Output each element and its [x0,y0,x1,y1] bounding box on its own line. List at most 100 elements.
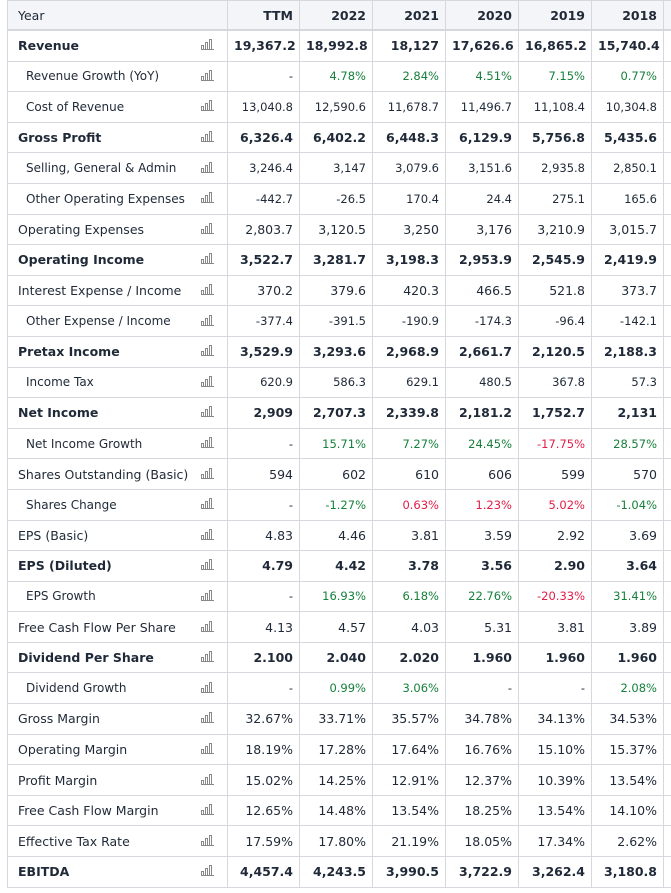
chart-button[interactable] [187,458,228,490]
cell-ttm: 15.02% [227,764,300,796]
row-label: Interest Expense / Income [7,274,188,307]
cell-2020: 11,496.7 [445,91,519,123]
cell-2020: 3,176 [445,213,519,246]
bar-chart-icon [200,375,214,387]
chart-button[interactable] [187,764,228,796]
chart-button[interactable] [187,519,228,552]
cell-2022: 18,992.8 [299,29,373,62]
row-label: EPS Growth [7,580,188,613]
cell-ttm: 4,457.4 [227,856,300,888]
chart-button[interactable] [187,305,228,337]
overflow-cell [663,152,671,184]
chart-button[interactable] [187,825,228,858]
cell-2020: - [445,672,519,705]
chart-button[interactable] [187,703,228,735]
chart-button[interactable] [187,244,228,276]
chart-button[interactable] [187,29,228,62]
chart-button[interactable] [187,641,228,674]
cell-2019: 2.92 [518,519,592,552]
table-row: Revenue 19,367.2 18,992.8 18,127 17,626.6 16,… [7,29,671,62]
cell-2020: 480.5 [445,366,519,399]
column-header-year[interactable]: Year [7,0,228,31]
cell-2019: 34.13% [518,703,592,735]
cell-2019: 16,865.2 [518,29,592,62]
cell-2019: - [518,672,592,705]
chart-button[interactable] [187,366,228,399]
chart-button[interactable] [187,397,228,429]
cell-2020: 3,722.9 [445,856,519,888]
column-header-2018[interactable]: 2018 [591,0,664,31]
column-header-2020[interactable]: 2020 [445,0,519,31]
cell-2018: 2.08% [591,672,664,705]
chart-button[interactable] [187,121,228,154]
cell-2020: 5.31 [445,611,519,643]
chart-button[interactable] [187,856,228,888]
table-row: Cost of Revenue 13,040.8 12,590.6 11,678.7 1… [7,91,671,123]
bar-chart-icon [200,314,214,326]
overflow-cell [663,550,671,582]
cell-ttm: 620.9 [227,366,300,399]
chart-button[interactable] [187,672,228,705]
chart-button[interactable] [187,550,228,582]
chart-button[interactable] [187,182,228,215]
cell-2020: 2,661.7 [445,335,519,368]
row-label: Free Cash Flow Per Share [7,611,188,643]
cell-ttm: 6,326.4 [227,121,300,154]
bar-chart-icon [200,528,214,540]
cell-2019: -17.75% [518,427,592,460]
cell-2022: 4.42 [299,550,373,582]
cell-ttm: - [227,580,300,613]
chart-button[interactable] [187,274,228,307]
row-label: Net Income [7,397,188,429]
cell-2019: 275.1 [518,182,592,215]
cell-2019: 1,752.7 [518,397,592,429]
cell-2022: 586.3 [299,366,373,399]
chart-button[interactable] [187,733,228,766]
cell-2019: 7.15% [518,60,592,93]
overflow-cell [663,611,671,643]
cell-2019: 2,935.8 [518,152,592,184]
cell-2019: -20.33% [518,580,592,613]
cell-2018: 10,304.8 [591,91,664,123]
chart-button[interactable] [187,91,228,123]
column-header-2019[interactable]: 2019 [518,0,592,31]
chart-button[interactable] [187,60,228,93]
column-header-ttm[interactable]: TTM [227,0,300,31]
cell-2018: 2,131 [591,397,664,429]
cell-2022: 602 [299,458,373,490]
cell-2018: 28.57% [591,427,664,460]
bar-chart-icon [200,742,214,754]
column-header-2021[interactable]: 2021 [372,0,446,31]
table-row: Free Cash Flow Margin 12.65% 14.48% 13.54% 1… [7,794,671,827]
row-label: Other Expense / Income [7,305,188,337]
overflow-cell [663,182,671,215]
chart-button[interactable] [187,580,228,613]
cell-2021: 11,678.7 [372,91,446,123]
bar-chart-icon [200,131,214,143]
bar-chart-icon [200,651,214,663]
bar-chart-icon [200,192,214,204]
chart-button[interactable] [187,152,228,184]
overflow-cell [663,29,671,62]
column-header-2022[interactable]: 2022 [299,0,373,31]
cell-2021: 6.18% [372,580,446,613]
chart-button[interactable] [187,335,228,368]
chart-button[interactable] [187,213,228,246]
chart-button[interactable] [187,427,228,460]
chart-button[interactable] [187,794,228,827]
bar-chart-icon [200,437,214,449]
cell-2022: 4,243.5 [299,856,373,888]
chart-button[interactable] [187,488,228,521]
bar-chart-icon [200,681,214,693]
cell-2018: 165.6 [591,182,664,215]
cell-ttm: 18.19% [227,733,300,766]
cell-2021: 4.03 [372,611,446,643]
chart-button[interactable] [187,611,228,643]
cell-2020: 466.5 [445,274,519,307]
cell-2019: 521.8 [518,274,592,307]
cell-2021: -190.9 [372,305,446,337]
cell-2021: 12.91% [372,764,446,796]
cell-2018: 1.960 [591,641,664,674]
cell-2020: 3,151.6 [445,152,519,184]
cell-2021: 629.1 [372,366,446,399]
